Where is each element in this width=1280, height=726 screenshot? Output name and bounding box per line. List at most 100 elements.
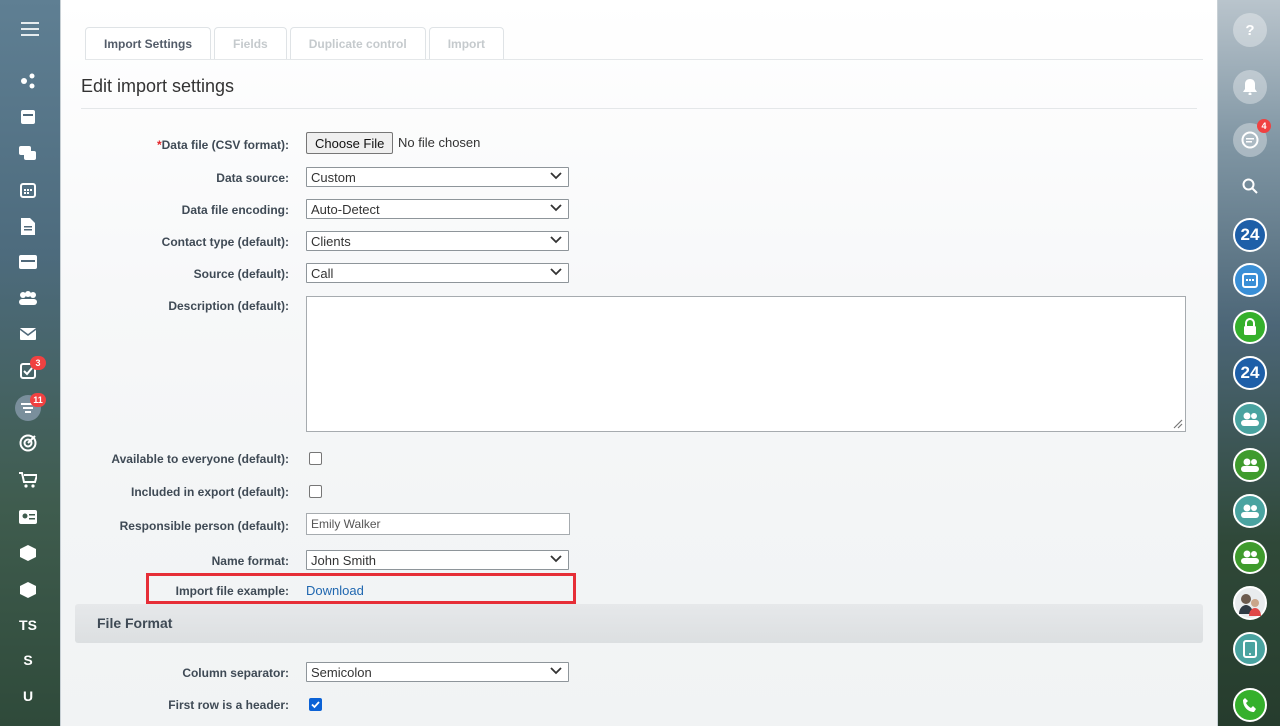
data-source-label: Data source: <box>216 171 289 185</box>
group-chat-icon-3[interactable] <box>1233 494 1267 528</box>
tasks-icon[interactable]: 3 <box>0 356 56 386</box>
included-export-row: Included in export (default): <box>61 481 1211 505</box>
tab-divider <box>85 59 1203 60</box>
contact-card-icon[interactable] <box>0 502 56 532</box>
contact-type-value: Clients <box>311 233 351 249</box>
available-row: Available to everyone (default): <box>61 448 1211 472</box>
cart-icon[interactable] <box>0 465 56 495</box>
messages-badge: 4 <box>1257 119 1271 133</box>
messages-icon[interactable]: 4 <box>1233 119 1271 157</box>
calendar-icon[interactable] <box>0 175 56 205</box>
available-label: Available to everyone (default): <box>111 452 289 466</box>
title-divider <box>81 108 1197 109</box>
responsible-row: Responsible person (default): Emily Walk… <box>61 513 1211 539</box>
tab-import[interactable]: Import <box>428 27 505 59</box>
tab-import-settings[interactable]: Import Settings <box>85 27 212 59</box>
encoding-select[interactable]: Auto-Detect <box>306 199 569 219</box>
chevron-down-icon <box>550 268 562 276</box>
help-icon[interactable]: ? <box>1233 13 1267 47</box>
chevron-down-icon <box>550 555 562 563</box>
responsible-input[interactable]: Emily Walker <box>306 513 570 535</box>
notification-icon[interactable] <box>1233 70 1267 104</box>
ts-text[interactable]: TS <box>0 610 56 640</box>
search-icon[interactable] <box>1233 169 1267 203</box>
contact-type-row: Contact type (default): Clients <box>61 231 1211 255</box>
mail-icon[interactable] <box>0 319 56 349</box>
contact-type-select[interactable]: Clients <box>306 231 569 251</box>
chevron-down-icon <box>550 172 562 180</box>
highlight-box <box>146 573 576 604</box>
box-icon-2[interactable] <box>0 575 56 605</box>
lock-icon[interactable] <box>1233 310 1267 344</box>
data-source-value: Custom <box>311 169 356 185</box>
tab-duplicate-control[interactable]: Duplicate control <box>289 27 426 59</box>
tab-fields[interactable]: Fields <box>214 27 287 59</box>
encoding-value: Auto-Detect <box>311 201 380 217</box>
box-icon[interactable] <box>0 538 56 568</box>
name-format-row: Name format: John Smith <box>61 550 1211 574</box>
data-source-row: Data source: Custom <box>61 167 1211 191</box>
column-separator-select[interactable]: Semicolon <box>306 662 569 682</box>
data-source-select[interactable]: Custom <box>306 167 569 187</box>
right-sidebar: ? 4 24 24 <box>1218 0 1280 726</box>
activity-stream-icon[interactable] <box>0 66 56 96</box>
column-separator-value: Semicolon <box>311 664 372 680</box>
first-row-header-checkbox[interactable] <box>309 698 322 711</box>
description-textarea[interactable] <box>306 296 1186 432</box>
encoding-row: Data file encoding: Auto-Detect <box>61 199 1211 223</box>
contact-type-label: Contact type (default): <box>161 235 289 249</box>
source-select[interactable]: Call <box>306 263 569 283</box>
bitrix24-icon-2[interactable]: 24 <box>1233 356 1267 390</box>
bitrix24-icon[interactable]: 24 <box>1233 218 1267 252</box>
tasks-badge: 3 <box>30 356 46 370</box>
data-file-label-text: Data file (CSV format): <box>161 138 289 152</box>
source-row: Source (default): Call <box>61 263 1211 287</box>
name-format-select[interactable]: John Smith <box>306 550 569 570</box>
chat-icon[interactable] <box>0 139 56 169</box>
file-format-title: File Format <box>97 615 173 631</box>
group-chat-icon-4[interactable] <box>1233 540 1267 574</box>
menu-icon[interactable] <box>0 14 60 44</box>
source-label: Source (default): <box>193 267 289 281</box>
tab-bar: Import Settings Fields Duplicate control… <box>85 27 507 59</box>
import-settings-panel: Import Settings Fields Duplicate control… <box>60 0 1218 726</box>
calendar-card-icon[interactable] <box>0 102 56 132</box>
chevron-down-icon <box>550 667 562 675</box>
first-row-header-row: First row is a header: <box>61 694 1211 718</box>
file-status: No file chosen <box>398 135 481 150</box>
included-export-label: Included in export (default): <box>131 485 289 499</box>
choose-file-button[interactable]: Choose File <box>306 132 394 154</box>
chevron-down-icon <box>550 204 562 212</box>
s-text[interactable]: S <box>0 645 56 675</box>
checkmark-icon <box>311 701 320 709</box>
crm-filter-icon[interactable]: 11 <box>0 393 56 423</box>
drive-icon[interactable] <box>0 247 56 277</box>
source-value: Call <box>311 265 334 281</box>
group-icon[interactable] <box>0 283 56 313</box>
mobile-app-icon[interactable] <box>1233 632 1267 666</box>
encoding-label: Data file encoding: <box>181 203 289 217</box>
crm-badge: 11 <box>30 393 46 407</box>
file-format-section: File Format <box>75 604 1203 643</box>
resize-grip-icon[interactable] <box>1173 419 1183 429</box>
user-avatar[interactable] <box>1233 586 1267 620</box>
phone-icon[interactable] <box>1233 688 1267 722</box>
available-checkbox[interactable] <box>309 452 322 465</box>
description-label: Description (default): <box>168 299 289 313</box>
target-icon[interactable] <box>0 428 56 458</box>
column-separator-label: Column separator: <box>182 666 289 680</box>
group-chat-icon[interactable] <box>1233 402 1267 436</box>
data-file-label: *Data file (CSV format): <box>157 138 289 152</box>
first-row-header-label: First row is a header: <box>168 698 289 712</box>
group-chat-icon-2[interactable] <box>1233 448 1267 482</box>
included-export-checkbox[interactable] <box>309 485 322 498</box>
u-text[interactable]: U <box>0 681 56 711</box>
column-separator-row: Column separator: Semicolon <box>61 662 1211 686</box>
left-sidebar: 3 11 TS S U <box>0 0 60 726</box>
page-title: Edit import settings <box>81 76 235 96</box>
calendar-icon[interactable] <box>1233 263 1267 297</box>
name-format-label: Name format: <box>211 554 289 568</box>
chevron-down-icon <box>550 236 562 244</box>
document-icon[interactable] <box>0 211 56 241</box>
responsible-label: Responsible person (default): <box>119 519 289 533</box>
